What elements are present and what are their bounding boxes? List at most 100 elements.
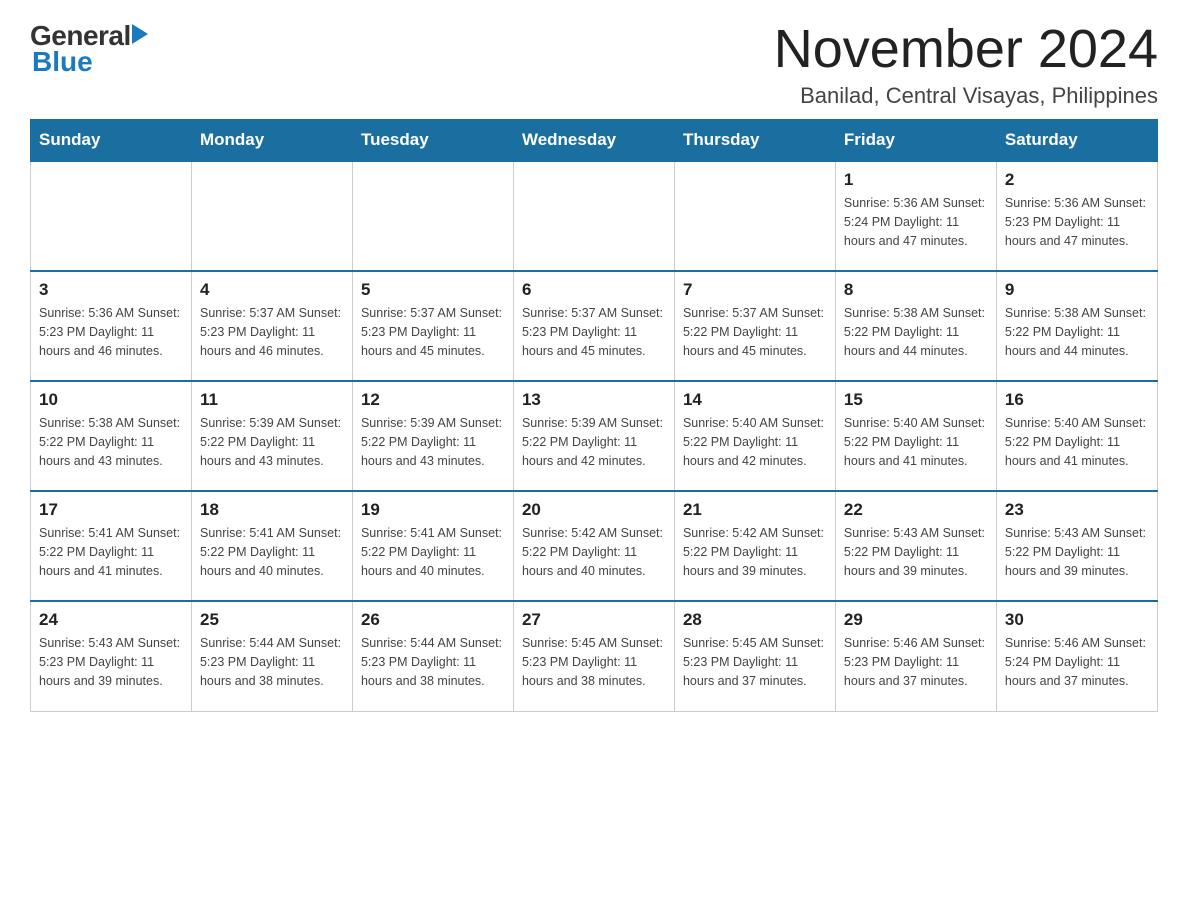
- day-number: 28: [683, 610, 827, 630]
- day-info: Sunrise: 5:38 AM Sunset: 5:22 PM Dayligh…: [1005, 304, 1149, 360]
- day-info: Sunrise: 5:43 AM Sunset: 5:22 PM Dayligh…: [844, 524, 988, 580]
- day-cell-13: 13 Sunrise: 5:39 AM Sunset: 5:22 PM Dayli…: [513, 381, 674, 491]
- day-number: 18: [200, 500, 344, 520]
- empty-cell: [191, 161, 352, 271]
- page-header: General Blue November 2024 Banilad, Cent…: [30, 20, 1158, 109]
- day-info: Sunrise: 5:44 AM Sunset: 5:23 PM Dayligh…: [200, 634, 344, 690]
- day-info: Sunrise: 5:42 AM Sunset: 5:22 PM Dayligh…: [522, 524, 666, 580]
- day-info: Sunrise: 5:39 AM Sunset: 5:22 PM Dayligh…: [361, 414, 505, 470]
- day-number: 14: [683, 390, 827, 410]
- day-info: Sunrise: 5:41 AM Sunset: 5:22 PM Dayligh…: [200, 524, 344, 580]
- day-info: Sunrise: 5:44 AM Sunset: 5:23 PM Dayligh…: [361, 634, 505, 690]
- logo: General Blue: [30, 20, 148, 78]
- day-cell-25: 25 Sunrise: 5:44 AM Sunset: 5:23 PM Dayli…: [191, 601, 352, 711]
- day-info: Sunrise: 5:37 AM Sunset: 5:23 PM Dayligh…: [361, 304, 505, 360]
- column-header-saturday: Saturday: [996, 120, 1157, 162]
- day-cell-3: 3Sunrise: 5:36 AM Sunset: 5:23 PM Daylig…: [31, 271, 192, 381]
- day-number: 16: [1005, 390, 1149, 410]
- day-cell-23: 23 Sunrise: 5:43 AM Sunset: 5:22 PM Dayli…: [996, 491, 1157, 601]
- day-number: 5: [361, 280, 505, 300]
- column-header-thursday: Thursday: [674, 120, 835, 162]
- day-cell-1: 1 Sunrise: 5:36 AM Sunset: 5:24 PM Daylig…: [835, 161, 996, 271]
- empty-cell: [674, 161, 835, 271]
- day-info: Sunrise: 5:36 AM Sunset: 5:23 PM Dayligh…: [39, 304, 183, 360]
- week-row-4: 17 Sunrise: 5:41 AM Sunset: 5:22 PM Dayli…: [31, 491, 1158, 601]
- day-info: Sunrise: 5:38 AM Sunset: 5:22 PM Dayligh…: [844, 304, 988, 360]
- empty-cell: [352, 161, 513, 271]
- day-info: Sunrise: 5:37 AM Sunset: 5:23 PM Dayligh…: [200, 304, 344, 360]
- day-info: Sunrise: 5:40 AM Sunset: 5:22 PM Dayligh…: [844, 414, 988, 470]
- day-info: Sunrise: 5:46 AM Sunset: 5:23 PM Dayligh…: [844, 634, 988, 690]
- day-cell-20: 20 Sunrise: 5:42 AM Sunset: 5:22 PM Dayli…: [513, 491, 674, 601]
- day-cell-21: 21 Sunrise: 5:42 AM Sunset: 5:22 PM Dayli…: [674, 491, 835, 601]
- day-info: Sunrise: 5:39 AM Sunset: 5:22 PM Dayligh…: [522, 414, 666, 470]
- day-info: Sunrise: 5:45 AM Sunset: 5:23 PM Dayligh…: [683, 634, 827, 690]
- day-cell-18: 18 Sunrise: 5:41 AM Sunset: 5:22 PM Dayli…: [191, 491, 352, 601]
- day-info: Sunrise: 5:36 AM Sunset: 5:24 PM Dayligh…: [844, 194, 988, 250]
- day-info: Sunrise: 5:43 AM Sunset: 5:23 PM Dayligh…: [39, 634, 183, 690]
- day-number: 10: [39, 390, 183, 410]
- day-cell-16: 16Sunrise: 5:40 AM Sunset: 5:22 PM Dayli…: [996, 381, 1157, 491]
- day-info: Sunrise: 5:37 AM Sunset: 5:23 PM Dayligh…: [522, 304, 666, 360]
- day-number: 9: [1005, 280, 1149, 300]
- day-cell-10: 10 Sunrise: 5:38 AM Sunset: 5:22 PM Dayli…: [31, 381, 192, 491]
- logo-triangle-icon: [132, 24, 148, 44]
- day-number: 25: [200, 610, 344, 630]
- empty-cell: [513, 161, 674, 271]
- day-info: Sunrise: 5:45 AM Sunset: 5:23 PM Dayligh…: [522, 634, 666, 690]
- day-number: 7: [683, 280, 827, 300]
- day-info: Sunrise: 5:38 AM Sunset: 5:22 PM Dayligh…: [39, 414, 183, 470]
- day-number: 30: [1005, 610, 1149, 630]
- day-cell-26: 26 Sunrise: 5:44 AM Sunset: 5:23 PM Dayli…: [352, 601, 513, 711]
- logo-blue-text: Blue: [32, 46, 148, 78]
- day-cell-14: 14Sunrise: 5:40 AM Sunset: 5:22 PM Dayli…: [674, 381, 835, 491]
- day-cell-24: 24 Sunrise: 5:43 AM Sunset: 5:23 PM Dayli…: [31, 601, 192, 711]
- day-number: 22: [844, 500, 988, 520]
- calendar-title: November 2024: [774, 20, 1158, 79]
- day-cell-4: 4 Sunrise: 5:37 AM Sunset: 5:23 PM Daylig…: [191, 271, 352, 381]
- calendar-subtitle: Banilad, Central Visayas, Philippines: [774, 83, 1158, 109]
- day-info: Sunrise: 5:43 AM Sunset: 5:22 PM Dayligh…: [1005, 524, 1149, 580]
- day-cell-12: 12 Sunrise: 5:39 AM Sunset: 5:22 PM Dayli…: [352, 381, 513, 491]
- day-cell-29: 29 Sunrise: 5:46 AM Sunset: 5:23 PM Dayli…: [835, 601, 996, 711]
- day-number: 24: [39, 610, 183, 630]
- title-block: November 2024 Banilad, Central Visayas, …: [774, 20, 1158, 109]
- day-number: 4: [200, 280, 344, 300]
- day-info: Sunrise: 5:41 AM Sunset: 5:22 PM Dayligh…: [361, 524, 505, 580]
- day-cell-30: 30 Sunrise: 5:46 AM Sunset: 5:24 PM Dayli…: [996, 601, 1157, 711]
- day-cell-9: 9 Sunrise: 5:38 AM Sunset: 5:22 PM Daylig…: [996, 271, 1157, 381]
- day-number: 1: [844, 170, 988, 190]
- column-header-wednesday: Wednesday: [513, 120, 674, 162]
- day-cell-22: 22 Sunrise: 5:43 AM Sunset: 5:22 PM Dayli…: [835, 491, 996, 601]
- day-cell-8: 8Sunrise: 5:38 AM Sunset: 5:22 PM Daylig…: [835, 271, 996, 381]
- day-info: Sunrise: 5:37 AM Sunset: 5:22 PM Dayligh…: [683, 304, 827, 360]
- day-cell-11: 11Sunrise: 5:39 AM Sunset: 5:22 PM Dayli…: [191, 381, 352, 491]
- day-info: Sunrise: 5:42 AM Sunset: 5:22 PM Dayligh…: [683, 524, 827, 580]
- column-header-friday: Friday: [835, 120, 996, 162]
- day-cell-15: 15 Sunrise: 5:40 AM Sunset: 5:22 PM Dayli…: [835, 381, 996, 491]
- day-cell-6: 6Sunrise: 5:37 AM Sunset: 5:23 PM Daylig…: [513, 271, 674, 381]
- day-number: 2: [1005, 170, 1149, 190]
- column-header-tuesday: Tuesday: [352, 120, 513, 162]
- day-number: 23: [1005, 500, 1149, 520]
- column-header-sunday: Sunday: [31, 120, 192, 162]
- day-number: 12: [361, 390, 505, 410]
- day-cell-5: 5 Sunrise: 5:37 AM Sunset: 5:23 PM Daylig…: [352, 271, 513, 381]
- column-header-monday: Monday: [191, 120, 352, 162]
- calendar-table: SundayMondayTuesdayWednesdayThursdayFrid…: [30, 119, 1158, 712]
- day-number: 13: [522, 390, 666, 410]
- day-number: 29: [844, 610, 988, 630]
- day-number: 26: [361, 610, 505, 630]
- day-number: 20: [522, 500, 666, 520]
- day-number: 19: [361, 500, 505, 520]
- day-cell-28: 28 Sunrise: 5:45 AM Sunset: 5:23 PM Dayli…: [674, 601, 835, 711]
- day-info: Sunrise: 5:39 AM Sunset: 5:22 PM Dayligh…: [200, 414, 344, 470]
- week-row-5: 24 Sunrise: 5:43 AM Sunset: 5:23 PM Dayli…: [31, 601, 1158, 711]
- week-row-3: 10 Sunrise: 5:38 AM Sunset: 5:22 PM Dayli…: [31, 381, 1158, 491]
- week-row-1: 1 Sunrise: 5:36 AM Sunset: 5:24 PM Daylig…: [31, 161, 1158, 271]
- day-info: Sunrise: 5:46 AM Sunset: 5:24 PM Dayligh…: [1005, 634, 1149, 690]
- day-number: 21: [683, 500, 827, 520]
- day-number: 15: [844, 390, 988, 410]
- day-number: 17: [39, 500, 183, 520]
- day-cell-2: 2Sunrise: 5:36 AM Sunset: 5:23 PM Daylig…: [996, 161, 1157, 271]
